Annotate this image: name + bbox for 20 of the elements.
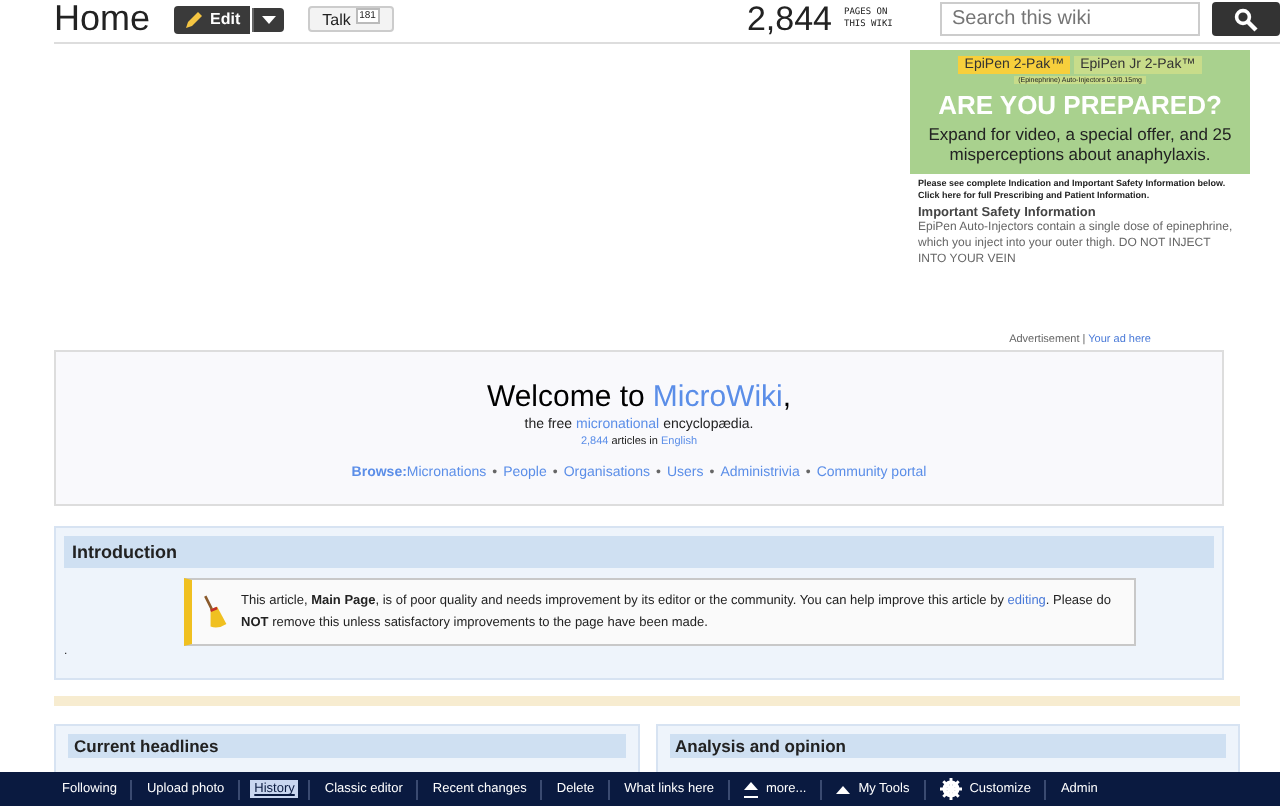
section-heading: Introduction [64,536,1214,568]
page-count: 2,844 [746,0,832,38]
page-title: Home [54,0,151,38]
search-icon [1234,7,1258,31]
talk-button[interactable]: Talk $^{181}$ [308,5,394,33]
panel-heading: Current headlines [68,734,625,758]
caret-icon [836,785,851,793]
ad-headline: ARE YOU PREPARED? [938,90,1222,120]
ad-text: Expand for video, a special offer, and 25 misperceptions about anaphylaxis. [926,124,1234,165]
caret-icon [262,15,277,23]
gear-icon [939,778,962,800]
panel-heading: Analysis and opinion [669,734,1226,758]
welcome-title: Welcome to [486,380,645,414]
edit-dropdown-button[interactable] [252,7,285,31]
edit-button[interactable]: Edit [174,5,251,33]
up-arrow-icon [743,781,758,797]
pencil-icon [184,9,205,29]
search-button[interactable] [1212,2,1280,36]
search-field[interactable]: Search this wiki [940,2,1200,36]
comma: , [782,380,792,414]
